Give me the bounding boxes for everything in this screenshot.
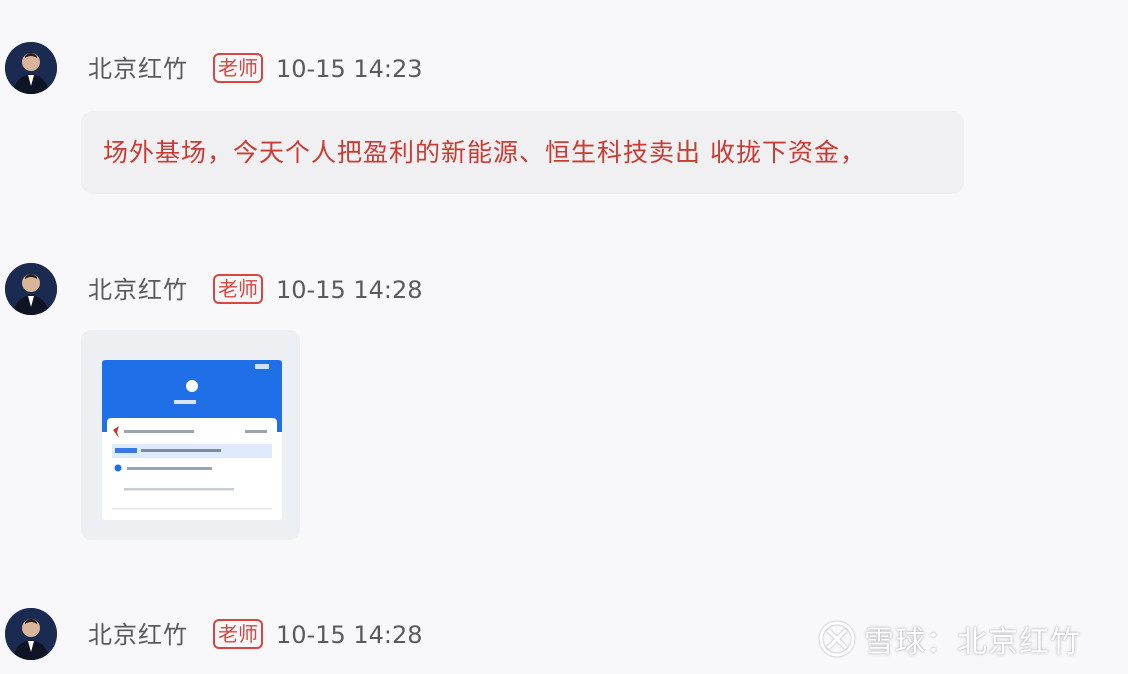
image-attachment[interactable] — [81, 330, 300, 540]
avatar[interactable] — [5, 42, 57, 94]
watermark-text: 雪球：北京红竹 — [864, 625, 1081, 660]
message-bubble[interactable]: 场外基场，今天个人把盈利的新能源、恒生科技卖出 收拢下资金， — [81, 111, 964, 194]
sender-name[interactable]: 北京红竹 — [88, 276, 188, 304]
teacher-badge: 老师 — [213, 274, 263, 304]
message-timestamp: 10-15 14:28 — [276, 621, 423, 649]
image-thumbnail — [102, 360, 282, 520]
message-text: 场外基场，今天个人把盈利的新能源、恒生科技卖出 收拢下资金， — [103, 138, 866, 167]
watermark: 雪球：北京红竹 — [818, 617, 1081, 661]
teacher-badge: 老师 — [213, 53, 263, 83]
avatar[interactable] — [5, 263, 57, 315]
chat-message: 北京红竹 老师 10-15 14:23 场外基场，今天个人把盈利的新能源、恒生科… — [0, 0, 1128, 200]
avatar-photo-icon — [5, 263, 57, 315]
sender-name[interactable]: 北京红竹 — [88, 55, 188, 83]
avatar-photo-icon — [5, 608, 57, 660]
message-timestamp: 10-15 14:28 — [276, 276, 423, 304]
message-timestamp: 10-15 14:23 — [276, 55, 423, 83]
screenshot-thumbnail-icon — [102, 360, 282, 518]
avatar[interactable] — [5, 608, 57, 660]
xueqiu-logo-icon — [819, 621, 855, 657]
avatar-photo-icon — [5, 42, 57, 94]
teacher-badge: 老师 — [213, 619, 263, 649]
sender-name[interactable]: 北京红竹 — [88, 621, 188, 649]
